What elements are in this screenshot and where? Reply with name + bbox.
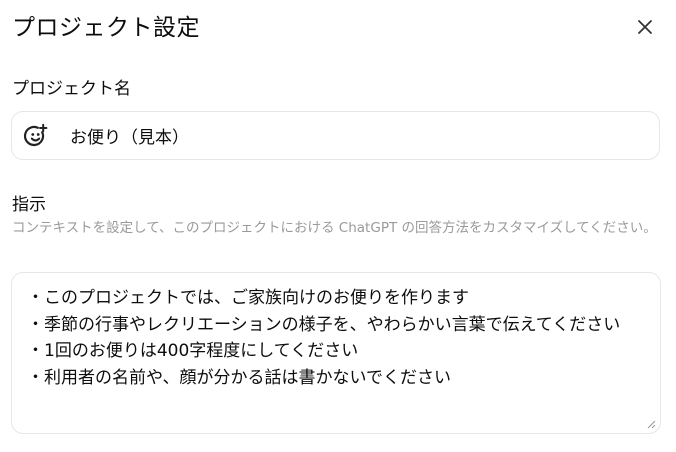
- project-name-field: [11, 111, 660, 160]
- dialog-title: プロジェクト設定: [12, 15, 200, 41]
- project-name-input[interactable]: [60, 112, 630, 159]
- project-settings-dialog: プロジェクト設定 プロジェクト名 指示 コンテキストを設定して、このプロジェクト…: [0, 0, 676, 452]
- emoji-picker-button[interactable]: [12, 112, 60, 159]
- project-name-label: プロジェクト名: [12, 79, 131, 99]
- instructions-label: 指示: [12, 195, 46, 215]
- instructions-description: コンテキストを設定して、このプロジェクトにおける ChatGPT の回答方法をカ…: [12, 220, 657, 236]
- resize-handle-icon[interactable]: [646, 419, 656, 429]
- close-button[interactable]: [632, 14, 658, 40]
- emoji-add-icon: [23, 123, 48, 146]
- close-icon: [638, 20, 652, 34]
- instructions-text[interactable]: ・このプロジェクトでは、ご家族向けのお便りを作ります ・季節の行事やレクリエーシ…: [27, 285, 646, 391]
- instructions-textarea[interactable]: ・このプロジェクトでは、ご家族向けのお便りを作ります ・季節の行事やレクリエーシ…: [11, 272, 661, 434]
